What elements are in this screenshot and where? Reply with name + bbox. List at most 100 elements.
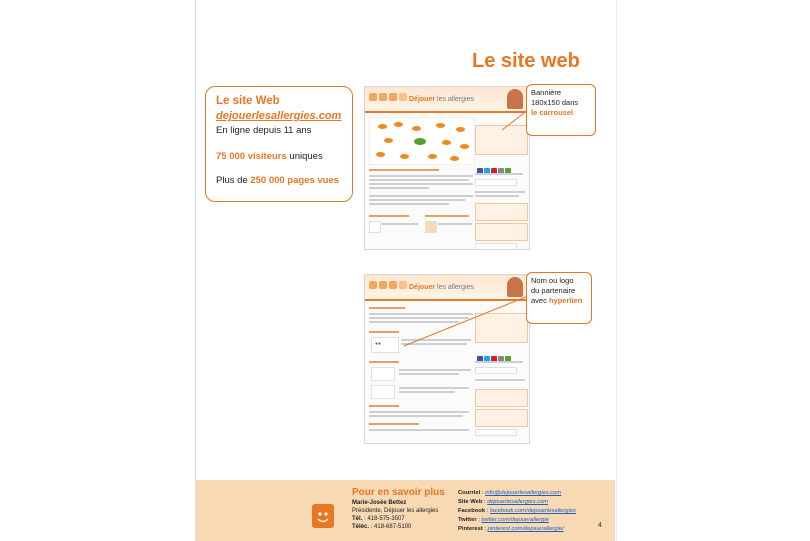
contact-phone: Tél. : 418-575-3507 xyxy=(352,516,405,522)
website-url-link[interactable]: dejouerlesallergies.com xyxy=(216,110,341,122)
logo-square-icon xyxy=(389,93,397,101)
text-line xyxy=(369,187,429,189)
text-line xyxy=(399,369,471,371)
page-title: Le site web xyxy=(472,50,580,72)
logo-square-icon xyxy=(369,281,377,289)
website-stats-box: Le site Web dejouerlesallergies.com En l… xyxy=(205,86,353,202)
contact-facebook: Facebook : facebook.com/dejouerlesallerg… xyxy=(458,508,576,514)
logo-square-icon xyxy=(399,281,407,289)
website-screenshot-partners: Déjouer les allergies ●● xyxy=(364,274,530,444)
twitter-link[interactable]: twitter.com/dejouerallergie xyxy=(481,517,548,523)
text-line xyxy=(369,183,473,185)
text-line xyxy=(369,203,449,205)
social-icons xyxy=(477,161,512,174)
fish-icon xyxy=(400,154,409,159)
green-fish-icon xyxy=(414,138,426,145)
email-link[interactable]: info@dejouerlesallergies.com xyxy=(485,490,561,496)
website-screenshot-home: Déjouer les allergies xyxy=(364,86,530,250)
text-line xyxy=(369,199,465,201)
search-input[interactable] xyxy=(475,367,517,374)
text-line xyxy=(369,175,473,177)
main-content xyxy=(369,117,475,245)
text-line xyxy=(399,373,459,375)
fish-icon xyxy=(442,140,451,145)
online-since-text: En ligne depuis 11 ans xyxy=(216,125,312,136)
fish-icon xyxy=(394,122,403,127)
contact-role: Présidente, Déjouer les allergies xyxy=(352,508,439,514)
logo-square-icon xyxy=(389,281,397,289)
section-title-line xyxy=(425,215,469,217)
goldfish-image xyxy=(369,117,475,165)
text-line xyxy=(369,313,473,315)
thumbnail-image xyxy=(369,221,381,233)
text-line xyxy=(399,387,469,389)
section-title-line xyxy=(369,331,399,333)
fish-icon xyxy=(456,127,465,132)
sidebar xyxy=(475,117,528,249)
text-line xyxy=(382,223,418,225)
article-title-line xyxy=(369,307,405,309)
pinterest-link[interactable]: pinterest.com/dejouerallergie/ xyxy=(488,526,564,532)
fish-icon xyxy=(384,138,393,143)
text-line xyxy=(369,429,469,431)
section-title-line xyxy=(369,423,419,425)
partner-logo[interactable] xyxy=(371,385,395,399)
text-line xyxy=(369,415,463,417)
book-promo xyxy=(475,389,528,407)
text-line xyxy=(475,379,525,381)
thumbnail-image xyxy=(425,221,437,233)
text-line xyxy=(475,195,519,197)
logo-square-icon xyxy=(399,93,407,101)
partner-logo[interactable]: ●● xyxy=(371,337,399,353)
footer-title: Pour en savoir plus xyxy=(352,487,445,498)
contact-fax: Téléc. : 418-687-5100 xyxy=(352,524,412,530)
partner-logo-mark: ●● xyxy=(375,341,382,347)
book-promo xyxy=(475,203,528,221)
section-title-line xyxy=(369,405,399,407)
site-logo: Déjouer les allergies xyxy=(409,284,474,291)
logo-square-icon xyxy=(379,93,387,101)
pageviews-stat: Plus de 250 000 pages vues xyxy=(216,175,340,186)
book-promo xyxy=(475,409,528,427)
text-line xyxy=(401,339,471,341)
text-line xyxy=(369,195,473,197)
fish-icon xyxy=(460,144,469,149)
select-input[interactable] xyxy=(475,429,517,436)
contact-email: Courriel : info@dejouerlesallergies.com xyxy=(458,490,562,496)
text-line xyxy=(399,391,455,393)
banner-person-image xyxy=(507,277,523,297)
text-line xyxy=(475,173,523,175)
article-title-line xyxy=(369,169,439,171)
contact-mascot-icon xyxy=(312,504,334,528)
visitors-stat: 75 000 visiteurs uniques xyxy=(216,151,323,162)
contact-website: Site Web : dejouerlesallergies.com xyxy=(458,499,549,505)
contact-name: Marie-Josée Bettez xyxy=(352,500,407,506)
carousel-banner xyxy=(475,313,528,343)
main-content: ●● xyxy=(369,305,473,439)
text-line xyxy=(369,317,469,319)
facebook-link[interactable]: facebook.com/dejouerlesallergies xyxy=(490,508,576,514)
contact-pinterest: Pinterest : pinterest.com/dejouerallergi… xyxy=(458,526,564,532)
website-link[interactable]: dejouerlesallergies.com xyxy=(487,499,548,505)
search-input[interactable] xyxy=(475,179,517,186)
logo-square-icon xyxy=(379,281,387,289)
fish-icon xyxy=(378,124,387,129)
banner-person-image xyxy=(507,89,523,109)
fish-icon xyxy=(412,126,421,131)
section-title-line xyxy=(369,215,409,217)
text-line xyxy=(475,191,525,193)
partner-logo[interactable] xyxy=(371,367,395,381)
text-line xyxy=(438,223,472,225)
social-icons xyxy=(477,349,512,362)
text-line xyxy=(369,321,459,323)
page-number: 4 xyxy=(598,522,602,529)
select-input[interactable] xyxy=(475,243,517,249)
fish-icon xyxy=(376,152,385,157)
contact-twitter: Twitter : twitter.com/dejouerallergie xyxy=(458,517,549,523)
text-line xyxy=(369,179,469,181)
text-line xyxy=(369,411,469,413)
logo-square-icon xyxy=(369,93,377,101)
site-header: Déjouer les allergies xyxy=(365,87,529,113)
text-line xyxy=(401,343,467,345)
book-promo xyxy=(475,223,528,241)
